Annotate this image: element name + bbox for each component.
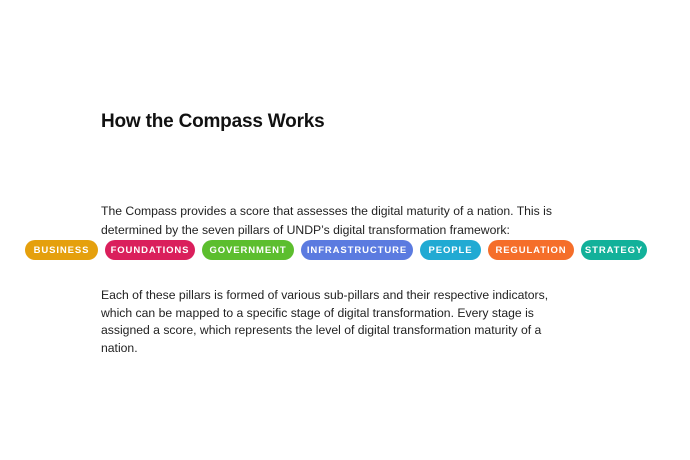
pillar-tag-foundations[interactable]: FOUNDATIONS [105,240,195,260]
pillar-tag-regulation[interactable]: REGULATION [488,240,574,260]
body-paragraph: Each of these pillars is formed of vario… [101,288,549,355]
pillar-tag-government[interactable]: GOVERNMENT [202,240,294,260]
section-title: How the Compass Works [101,111,325,132]
page: How the Compass Works The Compass provid… [0,0,690,460]
pillar-tag-infrastructure[interactable]: INFRASTRUCTURE [301,240,413,260]
intro-paragraph: The Compass provides a score that assess… [101,204,552,237]
pillar-tag-people[interactable]: PEOPLE [420,240,481,260]
pillar-tag-strategy[interactable]: STRATEGY [581,240,647,260]
pillar-tag-business[interactable]: BUSINESS [25,240,98,260]
pillar-tags: BUSINESS FOUNDATIONS GOVERNMENT INFRASTR… [25,240,647,260]
